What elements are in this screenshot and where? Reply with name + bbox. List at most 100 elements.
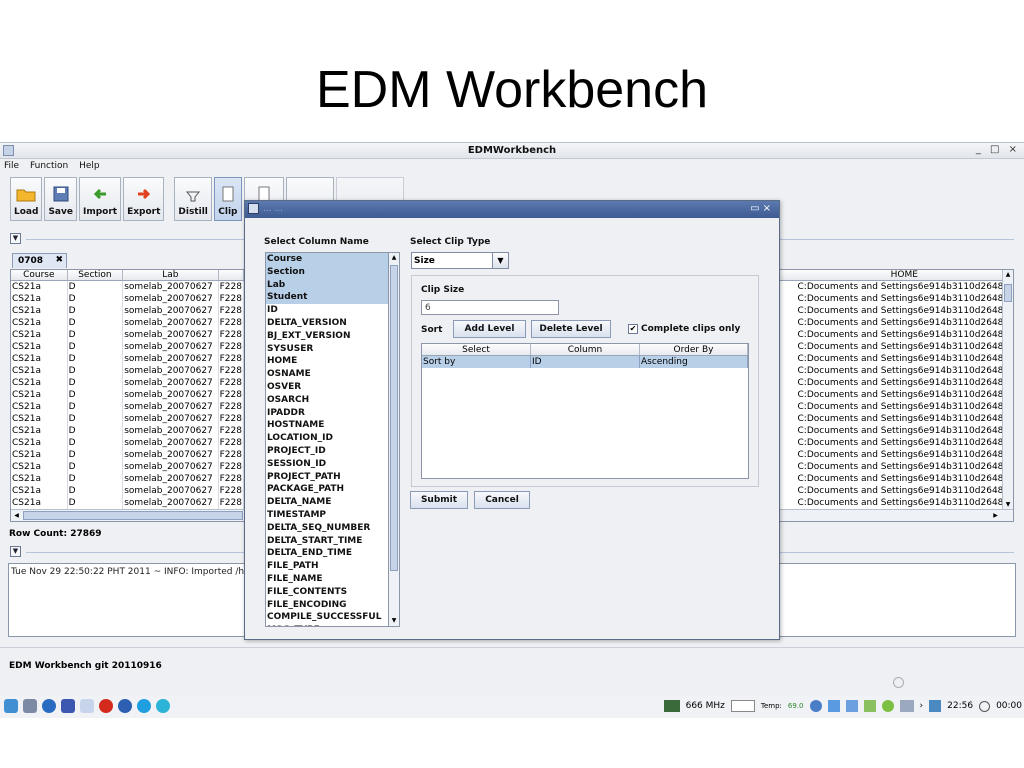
column-list-item[interactable]: DELTA_NAME [266, 496, 388, 509]
column-list-item[interactable]: Lab [266, 278, 388, 292]
table-cell-home[interactable]: C:Documents and Settings6e914b3110d2648b… [797, 329, 1013, 341]
add-level-button[interactable]: Add Level [453, 320, 526, 338]
table-cell[interactable]: D [68, 389, 124, 401]
table-cell[interactable]: CS21a [11, 425, 68, 437]
sort-header-column[interactable]: Column [531, 344, 640, 355]
list-scroll-down-icon[interactable]: ▼ [389, 616, 399, 626]
column-list-item[interactable]: DELTA_SEQ_NUMBER [266, 522, 388, 535]
table-cell[interactable]: somelab_20070627 [123, 341, 219, 353]
table-cell[interactable]: F228 [219, 413, 245, 425]
complete-clips-checkbox[interactable]: ✔ [628, 324, 638, 334]
table-cell[interactable]: CS21a [11, 389, 68, 401]
table-cell[interactable]: D [68, 317, 124, 329]
save-button[interactable]: Save [44, 177, 77, 221]
column-list-scrollbar[interactable]: ▲ ▼ [389, 252, 400, 627]
column-list-item[interactable]: PACKAGE_PATH [266, 483, 388, 496]
table-cell[interactable]: D [68, 365, 124, 377]
table-cell-home[interactable]: C:Documents and Settings6e914b3110d2648b… [797, 341, 1013, 353]
table-cell-home[interactable]: C:Documents and Settings6e914b3110d2648b… [797, 353, 1013, 365]
table-cell[interactable]: somelab_20070627 [123, 365, 219, 377]
table-cell[interactable]: somelab_20070627 [123, 437, 219, 449]
dialog-titlebar[interactable]: ... ... ▭× [245, 201, 779, 218]
table-cell-home[interactable]: C:Documents and Settings6e914b3110d2648b… [797, 437, 1013, 449]
table-cell[interactable]: somelab_20070627 [123, 353, 219, 365]
table-cell[interactable]: F228 [219, 353, 245, 365]
dropbox-icon[interactable] [827, 700, 840, 712]
table-cell-home[interactable]: C:Documents and Settings6e914b3110d2648b… [797, 473, 1013, 485]
column-list[interactable]: Course Section Lab Student ID DELTA_VERSION BJ… [265, 252, 389, 627]
chevron-down-icon[interactable]: ▼ [492, 253, 508, 268]
table-cell[interactable]: CS21a [11, 305, 68, 317]
table-cell-home[interactable]: C:Documents and Settings6e914b3110d2648b… [797, 449, 1013, 461]
table-cell[interactable]: CS21a [11, 317, 68, 329]
table-cell[interactable]: CS21a [11, 413, 68, 425]
table-cell[interactable]: somelab_20070627 [123, 293, 219, 305]
clip-size-input[interactable]: 6 [421, 300, 559, 315]
settings-icon[interactable] [156, 699, 170, 713]
table-cell[interactable]: somelab_20070627 [123, 449, 219, 461]
column-list-item[interactable]: PROJECT_ID [266, 445, 388, 458]
people-icon[interactable] [899, 700, 914, 712]
scroll-up-icon[interactable]: ▲ [1003, 270, 1013, 280]
table-cell[interactable]: D [68, 401, 124, 413]
table-cell[interactable]: D [68, 329, 124, 341]
table-cell[interactable]: D [68, 281, 124, 293]
signal-icon[interactable] [863, 700, 876, 712]
table-cell[interactable]: F228 [219, 365, 245, 377]
column-list-item[interactable]: DELTA_VERSION [266, 317, 388, 330]
table-cell[interactable]: somelab_20070627 [123, 377, 219, 389]
screen-icon[interactable] [61, 699, 75, 713]
table-cell[interactable]: CS21a [11, 341, 68, 353]
list-scroll-up-icon[interactable]: ▲ [389, 253, 399, 263]
column-list-item[interactable]: Section [266, 265, 388, 279]
table-cell-home[interactable]: C:Documents and Settings6e914b3110d2648b… [797, 401, 1013, 413]
table-cell[interactable]: CS21a [11, 365, 68, 377]
column-list-item[interactable]: COMPILE_SUCCESSFUL [266, 611, 388, 624]
table-cell[interactable]: somelab_20070627 [123, 389, 219, 401]
java-icon[interactable] [80, 699, 94, 713]
delete-level-button[interactable]: Delete Level [531, 320, 611, 338]
table-cell[interactable]: CS21a [11, 437, 68, 449]
col-header-4[interactable] [219, 270, 245, 280]
col-header-lab[interactable]: Lab [123, 270, 219, 280]
table-cell[interactable]: F228 [219, 461, 245, 473]
column-list-item[interactable]: FILE_ENCODING [266, 599, 388, 612]
column-list-item[interactable]: LOCATION_ID [266, 432, 388, 445]
table-cell[interactable]: D [68, 425, 124, 437]
table-cell[interactable]: F228 [219, 497, 245, 509]
table-cell[interactable]: D [68, 449, 124, 461]
table-cell[interactable]: F228 [219, 377, 245, 389]
table-cell[interactable]: F228 [219, 305, 245, 317]
table-cell[interactable]: somelab_20070627 [123, 473, 219, 485]
column-list-item[interactable]: DELTA_END_TIME [266, 547, 388, 560]
distill-button[interactable]: Distill [174, 177, 212, 221]
column-list-item[interactable]: FILE_CONTENTS [266, 586, 388, 599]
table-cell[interactable]: somelab_20070627 [123, 485, 219, 497]
column-list-item[interactable]: Student [266, 291, 388, 305]
table-cell[interactable]: F228 [219, 281, 245, 293]
table-cell[interactable]: CS21a [11, 377, 68, 389]
table-cell[interactable]: CS21a [11, 281, 68, 293]
column-list-item[interactable]: MSG_TYPE [266, 624, 388, 626]
col-header-home[interactable]: HOME [797, 270, 1013, 280]
collapse-table-button[interactable]: ▼ [10, 233, 21, 244]
menu-help[interactable]: Help [79, 161, 100, 171]
table-cell[interactable]: F228 [219, 329, 245, 341]
sort-row[interactable]: Sort by ID Ascending [422, 356, 748, 368]
table-cell[interactable]: somelab_20070627 [123, 425, 219, 437]
table-cell[interactable]: CS21a [11, 449, 68, 461]
column-list-item[interactable]: IPADDR [266, 407, 388, 420]
table-cell[interactable]: D [68, 305, 124, 317]
table-cell[interactable]: CS21a [11, 461, 68, 473]
timer-icon[interactable] [979, 700, 991, 712]
table-cell[interactable]: D [68, 293, 124, 305]
table-cell[interactable]: CS21a [11, 353, 68, 365]
window-titlebar[interactable]: EDMWorkbench _ □ × [0, 143, 1024, 159]
table-cell-home[interactable]: C:Documents and Settings6e914b3110d2648b… [797, 365, 1013, 377]
wifi-icon[interactable] [929, 700, 942, 712]
table-cell[interactable]: F228 [219, 473, 245, 485]
table-cell[interactable]: D [68, 353, 124, 365]
table-cell[interactable]: somelab_20070627 [123, 329, 219, 341]
table-cell-home[interactable]: C:Documents and Settings6e914b3110d2648b… [797, 425, 1013, 437]
display-icon[interactable] [845, 700, 858, 712]
